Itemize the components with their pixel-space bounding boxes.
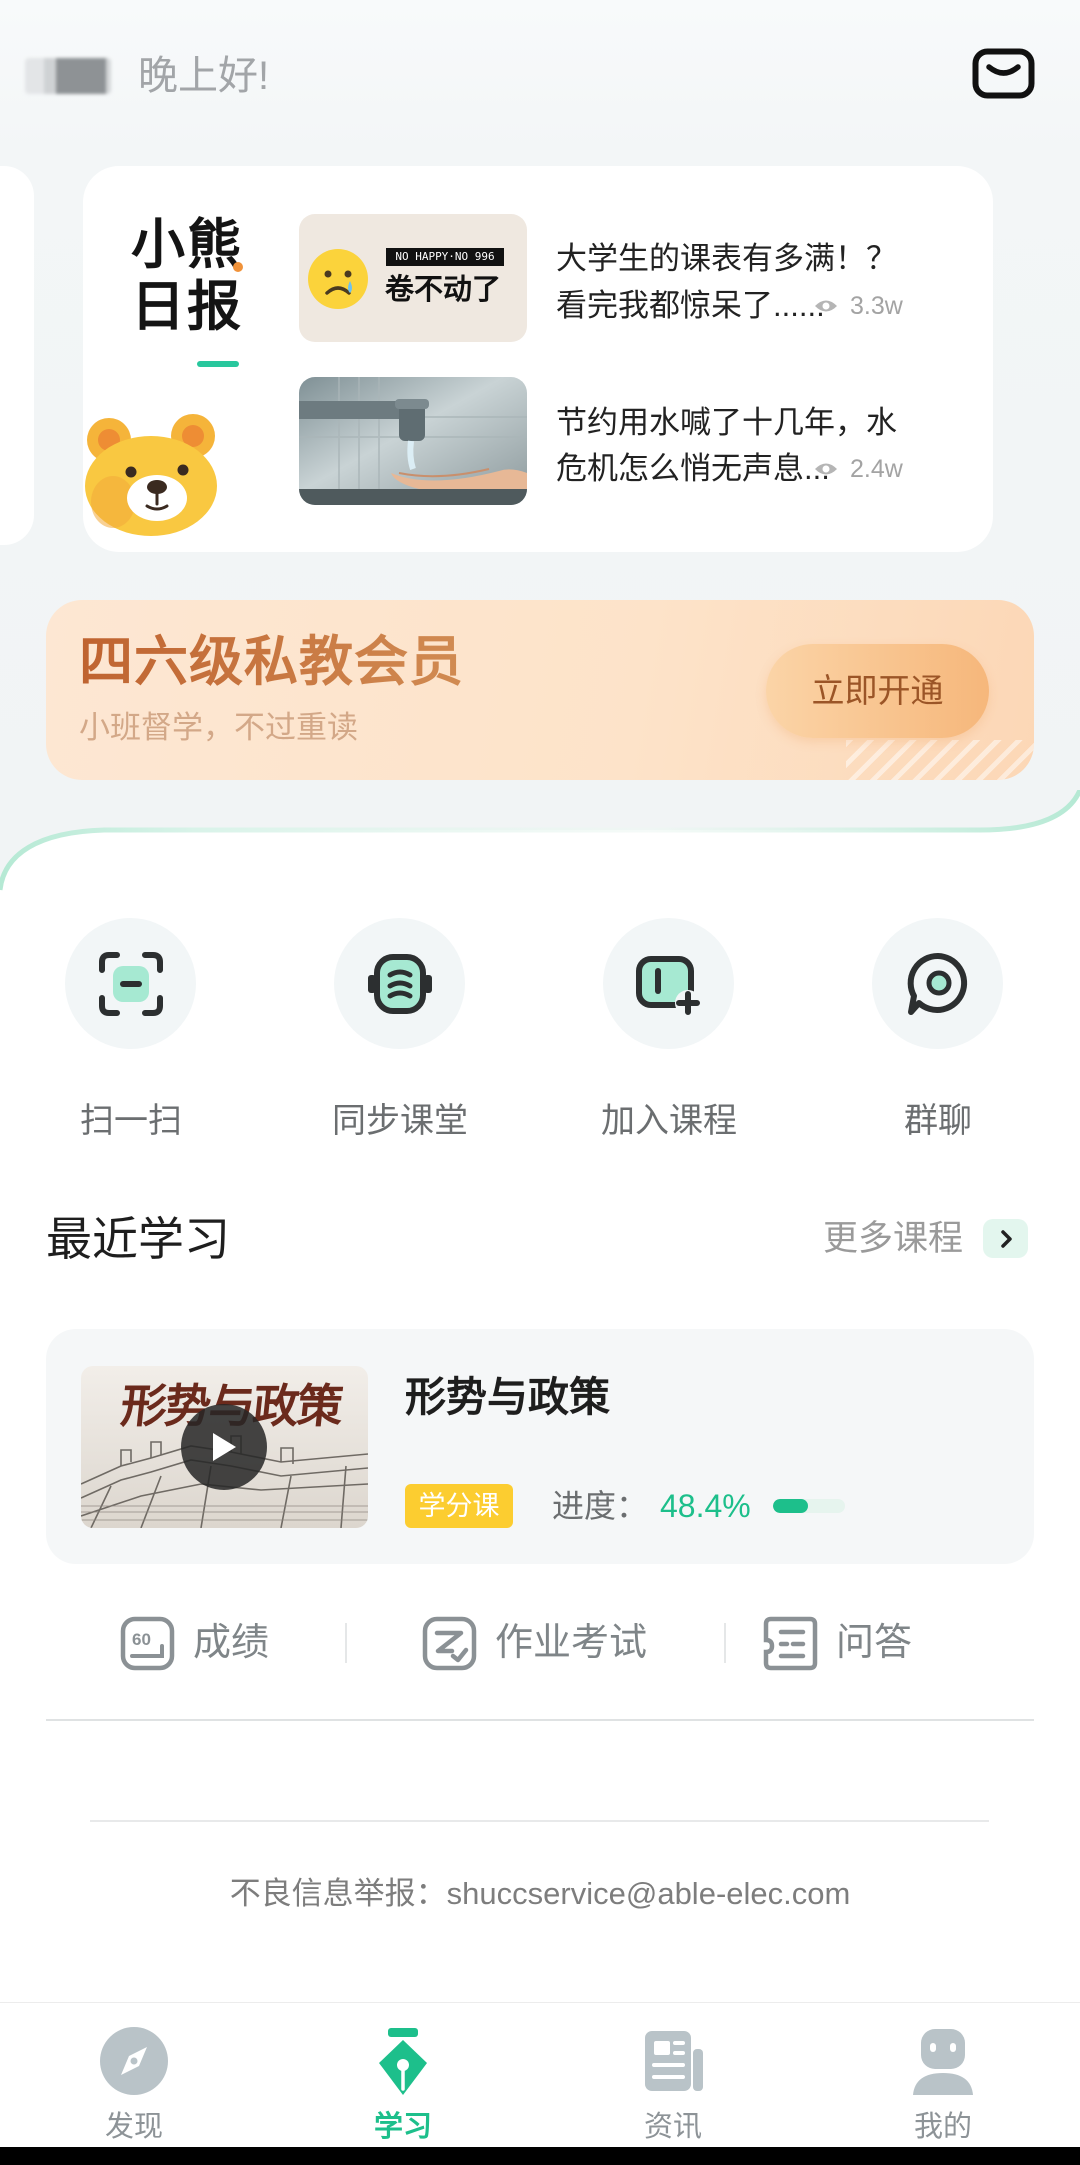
recent-learning-title: 最近学习	[46, 1213, 230, 1265]
score-icon: 60	[120, 1616, 175, 1671]
promo-banner[interactable]: 四六级私教会员 小班督学，不过重读 立即开通	[46, 600, 1034, 780]
article-title-line1: 大学生的课表有多满！？	[556, 241, 897, 276]
article-title-line1: 节约用水喊了十几年，水	[556, 405, 897, 440]
article-views: 2.4w	[814, 449, 903, 489]
sync-class-icon	[367, 953, 432, 1014]
progress-bar	[773, 1499, 845, 1513]
bear-mascot-icon	[85, 414, 217, 536]
article-title-line2: 看完我都惊呆了......	[556, 288, 825, 323]
thumb-tag: NO HAPPY·NO 996	[386, 248, 504, 266]
banner-subtitle: 小班督学，不过重读	[79, 710, 358, 745]
water-tap-photo	[299, 377, 527, 505]
credit-course-badge: 学分课	[405, 1484, 513, 1528]
quick-action-label: 同步课堂	[332, 1102, 468, 1140]
quick-action-circle	[603, 918, 734, 1049]
group-chat-icon	[907, 952, 967, 1015]
username-masked	[25, 58, 111, 94]
nav-label: 学习	[373, 2111, 432, 2143]
qa-label: 问答	[836, 1622, 913, 1664]
scan-icon	[98, 951, 163, 1016]
activate-now-button[interactable]: 立即开通	[766, 644, 989, 738]
quick-action-join-course[interactable]: 加入课程	[579, 918, 759, 1143]
greeting-text: 晚上好!	[138, 54, 270, 98]
homework-exam-label: 作业考试	[495, 1622, 648, 1664]
system-navigation-bar	[0, 2147, 1080, 2165]
link-divider	[345, 1623, 347, 1663]
views-count: 2.4w	[850, 454, 903, 483]
quick-action-circle	[334, 918, 465, 1049]
mail-icon	[972, 48, 1035, 99]
quick-action-group-chat[interactable]: 群聊	[848, 918, 1028, 1143]
eye-icon	[815, 463, 837, 475]
progress-fill	[773, 1499, 808, 1513]
course-thumbnail[interactable]: 形势与政策	[81, 1366, 368, 1528]
scores-label: 成绩	[193, 1622, 270, 1664]
join-course-icon	[635, 955, 701, 1016]
nav-label: 资讯	[643, 2111, 702, 2143]
news-icon	[645, 2031, 703, 2091]
play-button[interactable]	[181, 1404, 267, 1490]
quick-action-sync-class[interactable]: 同步课堂	[310, 918, 490, 1143]
more-courses-chevron[interactable]	[983, 1219, 1028, 1258]
news-article[interactable]: NO HAPPY·NO 996 卷不动了 大学生的课表有多满！？ 看完我都惊呆了…	[299, 214, 979, 342]
article-thumbnail: NO HAPPY·NO 996 卷不动了	[299, 214, 527, 342]
banner-title: 四六级私教会员	[79, 632, 464, 692]
article-title-line2: 危机怎么悄无声息...	[556, 451, 830, 486]
views-count: 3.3w	[850, 291, 903, 320]
news-article[interactable]: 节约用水喊了十几年，水 危机怎么悄无声息... 2.4w	[299, 377, 979, 505]
daily-logo-line2: 日报	[131, 277, 243, 337]
homework-exam-icon	[422, 1616, 477, 1671]
more-courses-link[interactable]: 更多课程	[823, 1219, 1034, 1259]
nav-study[interactable]: 学习	[313, 2003, 493, 2148]
recent-course-card[interactable]: 形势与政策 形势与政策 学分课 进度： 48.4%	[46, 1329, 1034, 1564]
article-thumbnail	[299, 377, 527, 505]
nav-label: 我的	[913, 2111, 972, 2143]
chevron-right-icon	[1000, 1229, 1012, 1248]
quick-action-scan[interactable]: 扫一扫	[41, 918, 221, 1143]
scores-link[interactable]: 60 成绩	[120, 1616, 280, 1671]
quick-action-label: 群聊	[904, 1102, 972, 1140]
article-views: 3.3w	[814, 286, 903, 326]
discover-compass-icon	[100, 2027, 168, 2095]
score-icon-text: 60	[132, 1630, 151, 1649]
play-icon	[213, 1433, 236, 1461]
sad-emoji-icon	[308, 249, 368, 309]
thumb-caption: 卷不动了	[385, 274, 502, 306]
qa-icon	[763, 1616, 818, 1671]
progress-label: 进度：	[552, 1488, 649, 1524]
profile-icon	[913, 2029, 973, 2095]
eye-icon	[815, 300, 837, 312]
course-title: 形势与政策	[405, 1374, 610, 1420]
footer-divider	[90, 1820, 989, 1822]
nav-news[interactable]: 资讯	[583, 2003, 763, 2148]
daily-news-card: 小熊 日报 NO HAPPY·NO 996 卷不动了 大学生的课表有多满！？ 看…	[83, 166, 993, 552]
more-courses-label: 更多课程	[823, 1219, 964, 1258]
homework-exam-link[interactable]: 作业考试	[422, 1616, 662, 1671]
quick-action-circle	[872, 918, 1003, 1049]
logo-dot-decoration	[233, 262, 243, 272]
app-root: 晚上好! 小熊 日报 NO HAPPY·NO 996 卷不动了 大学生的课表有多…	[0, 0, 1080, 2165]
bottom-nav: 发现 学习 资讯 我的	[0, 2002, 1080, 2147]
mail-button[interactable]	[972, 48, 1035, 99]
banner-stripes-decoration	[846, 740, 1034, 780]
quick-action-circle	[65, 918, 196, 1049]
study-pen-icon	[379, 2028, 427, 2095]
nav-profile[interactable]: 我的	[853, 2003, 1033, 2148]
carousel-prev-card-edge[interactable]	[0, 166, 34, 545]
link-divider	[724, 1623, 726, 1663]
carousel-indicator	[197, 361, 239, 367]
qa-link[interactable]: 问答	[763, 1616, 923, 1671]
quick-action-label: 加入课程	[601, 1102, 737, 1140]
nav-label: 发现	[104, 2111, 163, 2143]
report-contact-text: 不良信息举报：shuccservice@able-elec.com	[229, 1876, 851, 1911]
progress-percent: 48.4%	[660, 1488, 751, 1524]
daily-logo-line1: 小熊	[131, 215, 243, 275]
quick-action-label: 扫一扫	[80, 1102, 182, 1140]
section-divider	[46, 1719, 1034, 1721]
nav-discover[interactable]: 发现	[44, 2003, 224, 2148]
